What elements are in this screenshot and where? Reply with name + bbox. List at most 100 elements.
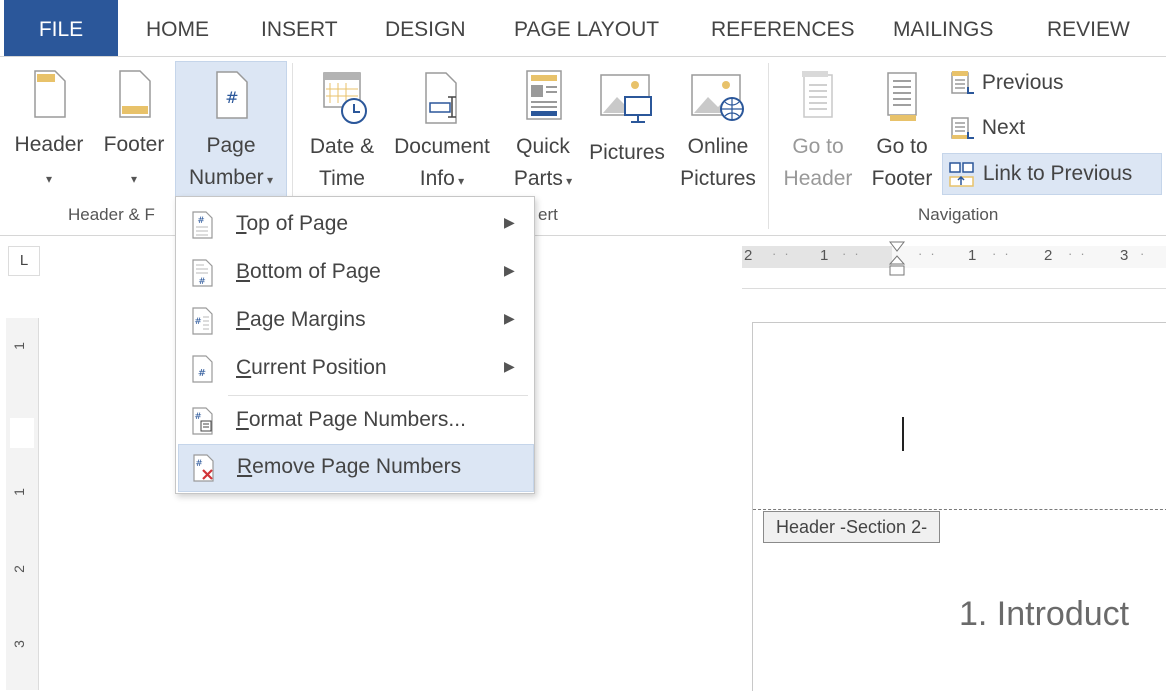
submenu-arrow-icon: ▶ — [504, 310, 515, 326]
ruler-margin — [742, 246, 892, 268]
tab-home[interactable]: HOME — [146, 0, 209, 56]
svg-text:#: # — [197, 216, 205, 226]
document-heading: 1. Introduct — [959, 595, 1130, 633]
quick-parts-icon — [526, 70, 562, 120]
chevron-down-icon: ▾ — [130, 172, 138, 186]
online-pictures-label-line1: Online — [687, 135, 749, 158]
menu-item-label: Current Position — [236, 356, 387, 379]
ruler-number: 2 — [1044, 247, 1053, 264]
pictures-label: Pictures — [589, 141, 665, 164]
group-separator — [768, 63, 769, 229]
next-button[interactable]: Next — [948, 112, 1025, 144]
page-number-label-line1: Page — [206, 134, 256, 157]
link-to-previous-label: Link to Previous — [982, 162, 1133, 185]
document-info-label-line1: Document — [394, 135, 490, 158]
ruler-margin — [10, 418, 34, 448]
previous-label: Previous — [981, 71, 1064, 94]
ruler-ticks: · — [1140, 246, 1145, 261]
horizontal-ruler[interactable]: 2 ·· 1 ·· ·· 1 ·· 2 ·· 3 · — [742, 240, 1166, 289]
online-pictures-icon — [691, 74, 744, 121]
go-to-header-label-line1: Go to — [792, 135, 844, 158]
go-to-header-label-line2: Header — [783, 167, 853, 190]
go-to-footer-icon — [887, 72, 917, 121]
document-info-button[interactable]: Document Info ▾ — [386, 69, 498, 197]
quick-parts-button[interactable]: Quick Parts ▾ — [506, 69, 580, 197]
page-number-button[interactable]: # Page Number ▾ — [175, 61, 287, 199]
ruler-number: 1 — [10, 342, 27, 350]
calendar-clock-icon — [323, 72, 367, 124]
menu-item-format-page-numbers[interactable]: # Format Page Numbers... — [178, 398, 532, 444]
date-time-label-line1: Date & — [309, 135, 375, 158]
next-section-icon — [951, 117, 974, 140]
document-page[interactable]: Header -Section 2- 1. Introduct — [752, 322, 1166, 691]
menu-item-label: Top of Page — [236, 212, 349, 235]
go-to-header-icon — [802, 71, 833, 118]
previous-button[interactable]: Previous — [948, 67, 1064, 99]
ruler-ticks: ·· — [772, 246, 797, 261]
footer-button[interactable]: Footer ▾ — [94, 69, 174, 195]
menu-item-current-position[interactable]: # Current Position ▶ — [178, 346, 532, 392]
menu-item-top-of-page[interactable]: # Top of Page ▶ — [178, 202, 532, 248]
pictures-button[interactable]: Pictures — [582, 69, 672, 169]
previous-section-icon — [951, 71, 974, 95]
indent-marker-icon — [888, 241, 906, 276]
page-top-icon: # — [192, 211, 213, 239]
chevron-down-icon: ▾ — [454, 174, 465, 188]
ruler-number: 1 — [820, 247, 829, 264]
tab-insert[interactable]: INSERT — [261, 0, 338, 56]
ruler-ticks: ·· — [1068, 246, 1093, 261]
chevron-down-icon: ▾ — [562, 174, 573, 188]
quick-parts-label-line1: Quick — [516, 135, 570, 158]
footer-icon — [119, 70, 151, 118]
menu-item-label: Format Page Numbers... — [236, 408, 466, 431]
tab-file[interactable]: FILE — [4, 0, 118, 56]
ruler-ticks: ·· — [992, 246, 1017, 261]
ruler-ticks: ·· — [842, 246, 867, 261]
vertical-ruler[interactable]: 1 1 2 3 — [6, 318, 39, 690]
text-cursor — [902, 417, 904, 451]
tab-review[interactable]: REVIEW — [1047, 0, 1130, 56]
menu-item-page-margins[interactable]: # Page Margins ▶ — [178, 298, 532, 344]
group-label-header-footer: Header & F — [68, 205, 155, 224]
svg-text:#: # — [195, 459, 203, 469]
group-label-insert: ert — [538, 205, 558, 224]
header-button[interactable]: Header ▾ — [4, 69, 94, 195]
header-label: Header — [14, 133, 84, 156]
footer-label: Footer — [103, 133, 165, 156]
menu-item-bottom-of-page[interactable]: # Bottom of Page ▶ — [178, 250, 532, 296]
header-icon — [34, 70, 66, 118]
pictures-icon — [600, 74, 652, 123]
tab-mailings[interactable]: MAILINGS — [893, 0, 993, 56]
svg-text:#: # — [194, 317, 202, 327]
date-time-label-line2: Time — [319, 167, 365, 190]
tab-design[interactable]: DESIGN — [385, 0, 466, 56]
ruler-number: 3 — [1120, 247, 1129, 264]
header-section-tag: Header -Section 2- — [763, 511, 941, 543]
next-label: Next — [981, 116, 1026, 139]
online-pictures-label-line2: Pictures — [680, 167, 756, 190]
group-label-navigation: Navigation — [918, 205, 999, 224]
go-to-footer-label-line2: Footer — [871, 167, 933, 190]
go-to-header-button[interactable]: Go to Header — [776, 69, 860, 195]
menu-separator — [228, 395, 528, 396]
tab-page-layout[interactable]: PAGE LAYOUT — [514, 0, 659, 56]
page-margins-icon: # — [192, 307, 213, 335]
submenu-arrow-icon: ▶ — [504, 262, 515, 278]
online-pictures-button[interactable]: Online Pictures — [676, 69, 760, 195]
document-info-icon — [425, 72, 457, 124]
ruler-number: 2 — [744, 247, 753, 264]
quick-parts-label-line2: Parts — [513, 167, 563, 190]
go-to-footer-button[interactable]: Go to Footer — [862, 69, 942, 195]
tab-selector[interactable]: L — [8, 246, 40, 276]
document-info-label-line2: Info — [419, 167, 455, 190]
page-number-dropdown-menu: # Top of Page ▶ # Bottom of Page ▶ # Pag… — [175, 196, 535, 494]
link-to-previous-button[interactable]: Link to Previous — [942, 153, 1162, 195]
page-number-label-line2: Number — [188, 166, 264, 189]
go-to-footer-label-line1: Go to — [876, 135, 928, 158]
date-time-button[interactable]: Date & Time — [300, 69, 384, 195]
header-boundary — [753, 509, 1166, 510]
menu-item-remove-page-numbers[interactable]: # Remove Page Numbers — [178, 444, 534, 492]
tab-references[interactable]: REFERENCES — [711, 0, 855, 56]
page-number-icon: # — [216, 71, 248, 119]
svg-text:#: # — [225, 88, 238, 107]
